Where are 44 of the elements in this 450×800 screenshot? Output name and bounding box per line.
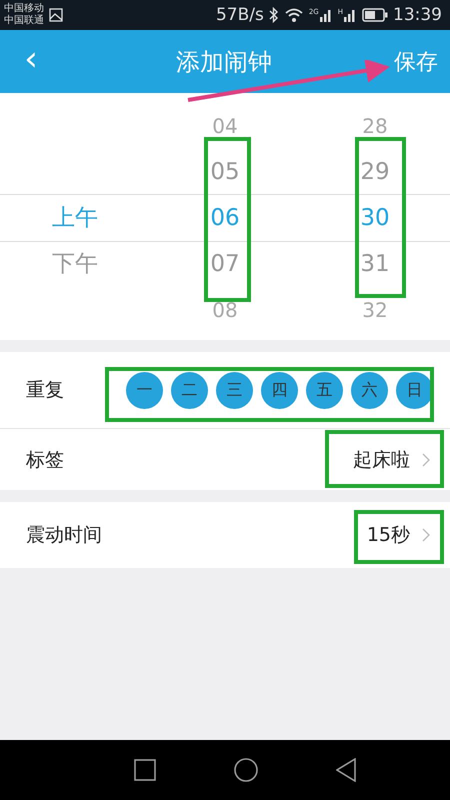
day-toggle[interactable]: 一 — [126, 372, 163, 408]
wifi-icon — [284, 7, 304, 23]
row-label: 震动时间 — [26, 523, 102, 548]
row-value: 起床啦 — [353, 448, 410, 472]
signal-icon — [343, 8, 357, 22]
period-option[interactable]: 下午 — [52, 250, 98, 278]
day-toggle[interactable]: 五 — [306, 372, 343, 408]
picker-value[interactable]: 31 — [360, 250, 390, 278]
image-icon — [49, 8, 63, 22]
network-speed: 57B/s — [216, 5, 264, 25]
settings-row[interactable]: 标签 起床啦 — [0, 429, 450, 490]
picker-value[interactable]: 32 — [362, 296, 388, 324]
day-toggle[interactable]: 三 — [216, 372, 253, 408]
square-icon — [134, 759, 156, 781]
signal-icon — [318, 8, 333, 22]
day-toggle[interactable]: 六 — [351, 372, 388, 408]
bluetooth-icon — [268, 7, 279, 23]
battery-icon — [362, 8, 388, 22]
day-toggle[interactable]: 二 — [171, 372, 208, 408]
back-button[interactable]: ‹ — [0, 38, 62, 84]
day-toggle[interactable]: 四 — [261, 372, 298, 408]
chevron-icon — [422, 528, 430, 542]
carrier-name: 中国移动 — [4, 3, 44, 14]
row-label: 重复 — [26, 378, 64, 403]
circle-icon — [234, 758, 258, 782]
settings-row[interactable]: 震动时间 15秒 — [0, 502, 450, 568]
picker-value[interactable]: 06 — [210, 204, 240, 232]
chevron-icon — [422, 452, 430, 466]
clock-time: 13:39 — [393, 5, 442, 25]
picker-value[interactable]: 08 — [212, 296, 238, 324]
carrier-name: 中国联通 — [4, 15, 44, 27]
picker-value[interactable]: 28 — [362, 112, 388, 140]
picker-value[interactable]: 07 — [210, 250, 240, 278]
picker-value[interactable]: 30 — [360, 204, 390, 232]
triangle-icon — [336, 758, 356, 782]
save-button[interactable]: 保存 — [386, 46, 450, 76]
picker-value[interactable]: 05 — [210, 158, 240, 186]
period-option[interactable]: 上午 — [52, 204, 98, 232]
picker-value[interactable]: 29 — [360, 158, 390, 186]
day-toggle[interactable]: 日 — [396, 372, 433, 408]
screen-title: 添加闹钟 — [175, 46, 273, 78]
row-label: 标签 — [26, 448, 64, 472]
picker-value[interactable]: 04 — [212, 112, 238, 140]
row-value: 15秒 — [366, 523, 410, 548]
